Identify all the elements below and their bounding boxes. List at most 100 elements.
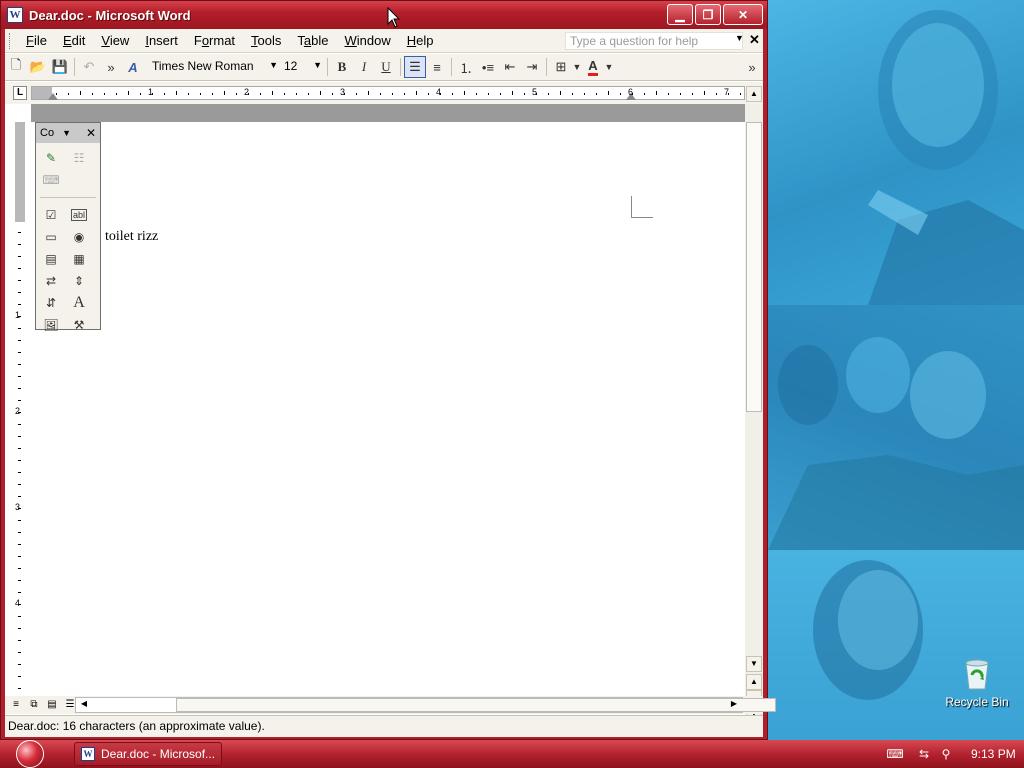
command-button-control-button[interactable]: ▭ [40, 226, 62, 248]
ruler-tick [428, 93, 429, 95]
document-close-icon[interactable]: ✕ [749, 32, 760, 48]
ruler-tick [18, 460, 21, 461]
scroll-left-button[interactable]: ◀ [76, 697, 92, 713]
scroll-bar-control-button[interactable]: ⇵ [40, 292, 62, 314]
font-name-select[interactable]: Times New Roman ▼ [148, 57, 280, 77]
menu-grip[interactable] [9, 32, 12, 49]
ruler-tick [440, 93, 441, 95]
spin-button-control-button[interactable]: ⇕ [68, 270, 90, 292]
styles-button[interactable]: A [122, 56, 144, 78]
font-color-button[interactable]: A [582, 56, 604, 78]
title-bar[interactable]: W Dear.doc - Microsoft Word ▁ ❐ ✕ [1, 1, 767, 29]
network-icon[interactable]: ⇆ [916, 746, 932, 762]
web-view-icon: ⧉ [30, 699, 38, 710]
ruler-tick [18, 412, 21, 413]
menu-window[interactable]: Window [337, 29, 399, 53]
ask-question-input[interactable]: Type a question for help [565, 32, 743, 50]
font-name-dropdown-icon: ▼ [269, 60, 278, 70]
start-button[interactable] [12, 740, 48, 768]
ruler-tick [728, 93, 729, 95]
toolbar-overflow-button[interactable]: » [741, 56, 763, 78]
menu-table[interactable]: Table [289, 29, 336, 53]
horizontal-ruler[interactable]: 1 2 3 4 5 6 7 [31, 86, 745, 100]
properties-button[interactable]: ☷ [68, 147, 90, 169]
vertical-scroll-thumb[interactable] [746, 122, 762, 412]
scroll-down-button[interactable]: ▼ [746, 656, 762, 672]
toolbar-separator [451, 58, 452, 76]
align-center-button[interactable]: ≡ [426, 56, 448, 78]
ruler-tick [18, 268, 21, 269]
combo-box-control-button[interactable]: ▦ [68, 248, 90, 270]
ruler-tick [18, 244, 21, 245]
ask-dropdown-icon[interactable]: ▼ [735, 33, 744, 43]
scroll-up-button[interactable]: ▲ [746, 86, 762, 102]
toolbar-options-icon[interactable]: ▼ [62, 128, 71, 138]
web-layout-view-button[interactable]: ⧉ [27, 698, 41, 712]
bold-button[interactable]: B [331, 56, 353, 78]
toolbar-options-button[interactable]: » [100, 56, 122, 78]
menu-help[interactable]: Help [399, 29, 442, 53]
save-button[interactable]: 💾 [49, 56, 71, 78]
control-toolbox[interactable]: Co ▼ ✕ ✎ ☷ ⌨ ☑ abl ▭ ◉ ▤ ▦ ⇄ ⇕ ⇵ A 🖼 ⚒ [35, 122, 101, 332]
recycle-bin[interactable]: Recycle Bin [942, 655, 1012, 709]
previous-page-button[interactable]: ▲ [746, 674, 762, 690]
clock[interactable]: 9:13 PM [971, 747, 1016, 761]
view-code-button[interactable]: ⌨ [40, 169, 62, 191]
close-button[interactable]: ✕ [723, 4, 763, 25]
ruler-number: 2 [244, 87, 250, 97]
toolbar-separator [400, 58, 401, 76]
menu-insert[interactable]: Insert [137, 29, 186, 53]
open-button[interactable]: 📂 [27, 56, 49, 78]
underline-button[interactable]: U [375, 56, 397, 78]
menu-file[interactable]: File [18, 29, 55, 53]
normal-view-button[interactable]: ≡ [9, 698, 23, 712]
font-color-dropdown[interactable]: ▼ [604, 56, 614, 78]
minimize-button[interactable]: ▁ [667, 4, 693, 25]
list-box-control-button[interactable]: ▤ [40, 248, 62, 270]
scroll-right-button[interactable]: ▶ [726, 697, 742, 713]
toolbar-separator [546, 58, 547, 76]
document-text[interactable]: toilet rizz [105, 229, 158, 245]
italic-button[interactable]: I [353, 56, 375, 78]
menu-view[interactable]: View [93, 29, 137, 53]
image-control-button[interactable]: 🖼 [40, 314, 62, 336]
keyboard-icon[interactable]: ⌨ [886, 746, 903, 762]
control-toolbox-title: Co [40, 127, 55, 139]
menu-tools[interactable]: Tools [243, 29, 289, 53]
borders-dropdown[interactable]: ▼ [572, 56, 582, 78]
new-document-button[interactable]: 🗋 [5, 56, 27, 78]
bullets-button[interactable]: •≡ [477, 56, 499, 78]
maximize-button[interactable]: ❐ [695, 4, 721, 25]
numbering-button[interactable]: ⒈ [455, 56, 477, 78]
control-toolbox-titlebar[interactable]: Co ▼ ✕ [36, 123, 100, 143]
tab-selector-button[interactable]: L [13, 86, 27, 100]
align-left-button[interactable]: ☰ [404, 56, 426, 78]
print-layout-view-button[interactable]: ▤ [45, 698, 59, 712]
more-controls-button[interactable]: ⚒ [68, 314, 90, 336]
vertical-scrollbar[interactable]: ▼ ▲ ● ▼ [745, 104, 763, 720]
toggle-button-control-button[interactable]: ⇄ [40, 270, 62, 292]
menu-format[interactable]: Format [186, 29, 243, 53]
borders-button[interactable]: ⊞ [550, 56, 572, 78]
taskbar-word-button[interactable]: W Dear.doc - Microsof... [74, 742, 222, 766]
close-icon[interactable]: ✕ [86, 126, 96, 140]
horizontal-scrollbar[interactable]: ◀ ▶ [75, 697, 776, 713]
ruler-tick [18, 496, 21, 497]
ruler-tick [18, 400, 21, 401]
search-icon[interactable]: ⚲ [938, 746, 954, 762]
checkbox-control-button[interactable]: ☑ [40, 204, 62, 226]
increase-indent-button[interactable]: ⇥ [521, 56, 543, 78]
decrease-indent-button[interactable]: ⇤ [499, 56, 521, 78]
outdent-icon: ⇤ [504, 59, 516, 74]
text-box-control-button[interactable]: abl [68, 204, 90, 226]
horizontal-scroll-thumb[interactable] [176, 698, 776, 712]
font-size-select[interactable]: 12 ▼ [280, 57, 324, 77]
label-control-button[interactable]: A [68, 292, 90, 314]
design-mode-button[interactable]: ✎ [40, 147, 62, 169]
menu-edit[interactable]: Edit [55, 29, 93, 53]
word-app-icon[interactable]: W [7, 7, 23, 23]
vertical-ruler[interactable]: 1 2 3 4 [11, 122, 29, 696]
undo-button[interactable]: ↶ [78, 56, 100, 78]
option-button-control-button[interactable]: ◉ [68, 226, 90, 248]
document-page[interactable]: toilet rizz [31, 122, 745, 696]
